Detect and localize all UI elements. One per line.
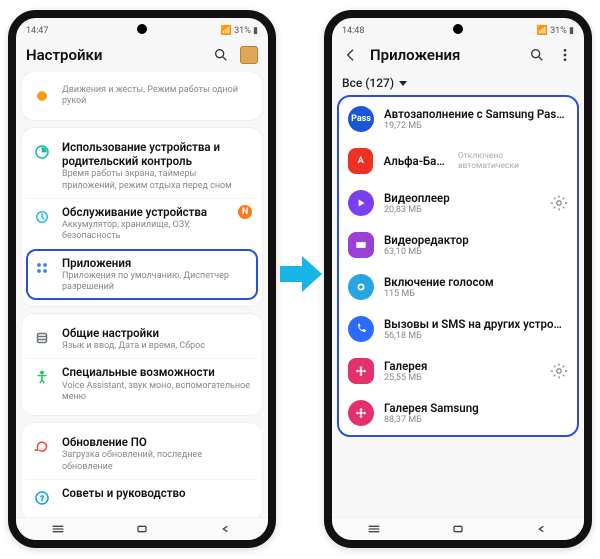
recents-button[interactable] [50, 520, 66, 539]
apps-icon [32, 258, 52, 278]
row-title: Использование устройства и родительский … [62, 140, 252, 169]
svg-text:?: ? [40, 494, 44, 503]
status-icons: 📶 31% ▮ [537, 26, 574, 36]
app-item-video-editor[interactable]: Видеоредактор63,10 МБ [338, 224, 578, 266]
page-title: Приложения [370, 46, 460, 64]
app-item-calls-sms[interactable]: Вызовы и SMS на других устро…56,18 МБ [338, 308, 578, 350]
camera-punch [453, 24, 463, 34]
app-subtitle: 20,83 МБ [384, 205, 540, 215]
app-icon-gallery [348, 358, 374, 384]
chevron-down-icon [398, 78, 408, 88]
app-icon-gallery-vr [348, 400, 374, 426]
row-subtitle: Загрузка обновлений, последнее обновлени… [62, 450, 252, 473]
app-title: Альфа-Банк [383, 154, 447, 168]
filter-chip[interactable]: Все (127) [332, 72, 584, 96]
status-icons: 📶 31% ▮ [221, 26, 258, 36]
settings-row-device-usage[interactable]: Использование устройства и родительский … [26, 134, 258, 198]
row-subtitle: Приложения по умолчанию, Диспетчер разре… [62, 271, 252, 294]
settings-row-device-care[interactable]: Обслуживание устройстваАккумулятор, хран… [26, 198, 258, 249]
app-title: Галерея [384, 359, 540, 373]
page-title: Настройки [26, 46, 102, 64]
row-title: Специальные возможности [62, 365, 252, 379]
home-button[interactable] [134, 520, 150, 539]
app-icon-autofill: Pass [348, 106, 374, 132]
app-icon-video-editor [348, 232, 374, 258]
back-button[interactable] [218, 520, 234, 539]
row-title: Советы и руководство [62, 486, 252, 500]
row-subtitle: Время работы экрана, таймеры приложений,… [62, 169, 252, 192]
row-title: Приложения [62, 256, 252, 270]
care-icon [32, 207, 52, 227]
arrow-icon [276, 250, 324, 298]
settings-row-accessibility[interactable]: Специальные возможности Voice Assistant, … [26, 358, 258, 409]
notification-badge: N [238, 205, 252, 219]
tips-icon: ? [32, 488, 52, 508]
general-icon [32, 328, 52, 348]
settings-row-tips[interactable]: ? Советы и руководство [26, 479, 258, 514]
row-subtitle: Язык и ввод, Дата и время, Сброс [62, 341, 252, 352]
gear-icon[interactable] [550, 194, 568, 212]
search-icon[interactable] [528, 46, 546, 64]
row-subtitle: Voice Assistant, звук моно, вспомогатель… [62, 381, 252, 404]
settings-row-general[interactable]: Общие настройкиЯзык и ввод, Дата и время… [26, 320, 258, 359]
settings-row-digital-wellbeing[interactable]: Движения и жесты, Режим работы одной рук… [26, 78, 258, 114]
app-subtitle: 56,18 МБ [384, 331, 568, 341]
app-item-voice-wakeup[interactable]: Включение голосом115 МБ [338, 266, 578, 308]
nav-bar [16, 517, 268, 540]
search-icon[interactable] [212, 46, 230, 64]
back-button[interactable] [534, 520, 550, 539]
settings-row-software-update[interactable]: Обновление ПОЗагрузка обновлений, послед… [26, 429, 258, 479]
app-item-alfa-bank[interactable]: A Альфа-Банк Отключено автоматически [338, 140, 578, 182]
app-subtitle: 63,10 МБ [384, 247, 568, 257]
appbar: Настройки [16, 40, 268, 72]
appbar: Приложения [332, 40, 584, 72]
app-subtitle: 19,72 МБ [384, 121, 568, 131]
gear-icon[interactable] [550, 362, 568, 380]
app-subtitle: 88,37 МБ [384, 415, 568, 425]
settings-list[interactable]: Движения и жесты, Режим работы одной рук… [16, 72, 268, 520]
update-icon [32, 437, 52, 457]
app-list[interactable]: Pass Автозаполнение с Samsung Pas…19,72 М… [338, 96, 578, 436]
app-icon-video-player [348, 190, 374, 216]
app-title: Видеоредактор [384, 233, 568, 247]
app-icon-alfa-bank: A [348, 148, 373, 174]
row-subtitle: Движения и жесты, Режим работы одной рук… [62, 85, 252, 108]
disabled-label: Отключено автоматически [458, 151, 568, 171]
app-title: Включение голосом [384, 275, 568, 289]
app-item-gallery-vr[interactable]: Галерея Samsung88,37 МБ [338, 392, 578, 434]
row-title: Обновление ПО [62, 435, 252, 449]
camera-punch [137, 24, 147, 34]
phone-left: 14:47 📶 31% ▮ Настройки Движения и жесты… [8, 10, 276, 548]
app-subtitle: 115 МБ [384, 289, 568, 299]
nav-bar [332, 517, 584, 540]
status-time: 14:47 [26, 26, 48, 36]
app-icon-voice-wakeup [348, 274, 374, 300]
settings-row-apps[interactable]: ПриложенияПриложения по умолчанию, Диспе… [26, 249, 258, 300]
app-title: Видеоплеер [384, 191, 540, 205]
account-icon[interactable] [240, 46, 258, 64]
usage-icon [32, 142, 52, 162]
home-button[interactable] [450, 520, 466, 539]
phone-right: 14:48 📶 31% ▮ Приложения В [324, 10, 592, 548]
app-item-autofill[interactable]: Pass Автозаполнение с Samsung Pas…19,72 М… [338, 98, 578, 140]
wellbeing-icon [32, 86, 52, 106]
filter-label: Все (127) [342, 76, 394, 90]
recents-button[interactable] [366, 520, 382, 539]
app-title: Автозаполнение с Samsung Pas… [384, 107, 568, 121]
app-item-gallery[interactable]: Галерея25,55 МБ [338, 350, 578, 392]
app-title: Вызовы и SMS на других устро… [384, 317, 568, 331]
row-title: Обслуживание устройства [62, 205, 228, 219]
row-subtitle: Аккумулятор, хранилище, ОЗУ, безопасност… [62, 220, 228, 243]
app-subtitle: 25,55 МБ [384, 373, 540, 383]
app-title: Галерея Samsung [384, 401, 568, 415]
row-title: Общие настройки [62, 326, 252, 340]
app-item-video-player[interactable]: Видеоплеер20,83 МБ [338, 182, 578, 224]
status-time: 14:48 [342, 26, 364, 36]
more-icon[interactable] [556, 46, 574, 64]
accessibility-icon [32, 367, 52, 387]
back-icon[interactable] [342, 46, 360, 64]
app-icon-calls-sms [348, 316, 374, 342]
